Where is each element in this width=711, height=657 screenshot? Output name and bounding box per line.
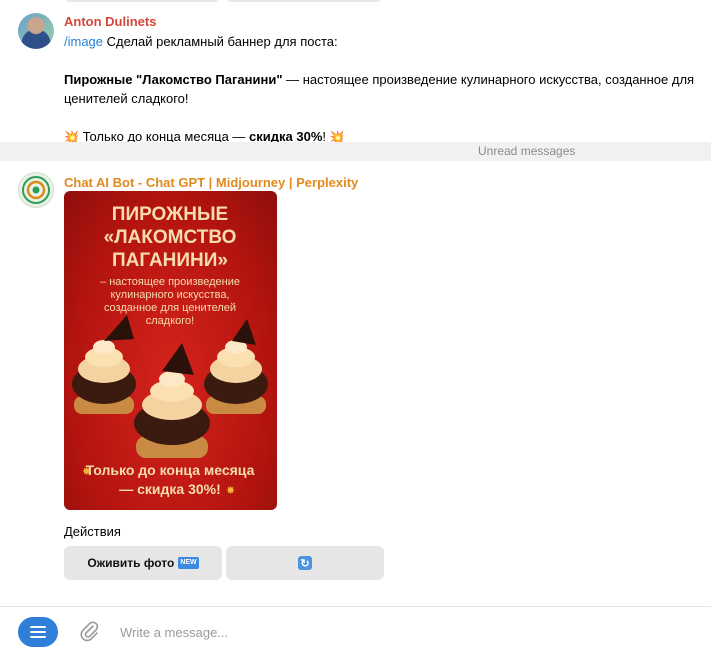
unread-divider: Unread messages — [0, 142, 711, 161]
paperclip-icon — [80, 621, 99, 642]
banner-promo-line-1: Только до конца месяца — [86, 462, 255, 478]
banner-promo-line-2: — скидка 30%! — [119, 481, 221, 497]
attach-button[interactable] — [78, 620, 100, 642]
animate-photo-button[interactable]: Оживить фото NEW — [64, 546, 222, 580]
unread-label: Unread messages — [478, 144, 576, 158]
bot-sender-name[interactable]: Chat AI Bot - Chat GPT | Midjourney | Pe… — [64, 175, 358, 190]
previous-action-buttons — [64, 0, 384, 3]
message-input[interactable] — [118, 620, 682, 644]
new-badge-icon: NEW — [178, 557, 199, 569]
cupcake-front — [134, 343, 210, 458]
cupcake-back-right — [204, 319, 268, 414]
banner-body-line-4: сладкого! — [146, 315, 194, 327]
product-name: Пирожные "Лакомство Паганини" — [64, 72, 283, 87]
cupcake-back-left — [72, 315, 136, 414]
banner-spark-icon-right: ✸ — [226, 485, 235, 497]
command-link[interactable]: /image — [64, 34, 103, 49]
regenerate-button[interactable]: ↻ — [226, 546, 384, 580]
banner-title-line-3: ПАГАНИНИ» — [112, 250, 228, 271]
banner-title-line-2: «ЛАКОМСТВО — [104, 227, 237, 248]
user-sender-name[interactable]: Anton Dulinets — [64, 14, 156, 29]
banner-artwork: ПИРОЖНЫЕ «ЛАКОМСТВО ПАГАНИНИ» – настояще… — [72, 204, 268, 497]
bot-menu-button[interactable] — [18, 617, 58, 647]
actions-label: Действия — [64, 524, 121, 539]
banner-body-line-3: созданное для ценителей — [104, 302, 236, 314]
user-message-text: /image Сделай рекламный баннер для поста… — [64, 32, 704, 147]
banner-spark-icon-left: ✸ — [82, 466, 91, 478]
generated-banner-image[interactable]: ПИРОЖНЫЕ «ЛАКОМСТВО ПАГАНИНИ» – настояще… — [64, 191, 277, 510]
request-text: Сделай рекламный баннер для поста: — [106, 34, 338, 49]
banner-title-line-1: ПИРОЖНЫЕ — [112, 204, 228, 225]
menu-icon — [30, 626, 46, 638]
message-composer — [0, 606, 711, 657]
banner-body-line-2: кулинарного искусства, — [110, 289, 229, 301]
animate-photo-label: Оживить фото — [87, 556, 175, 570]
user-avatar[interactable] — [18, 13, 54, 49]
refresh-icon: ↻ — [298, 556, 312, 570]
previous-button-left[interactable] — [64, 0, 220, 2]
banner-body-line-1: – настоящее произведение — [100, 276, 240, 288]
bot-avatar[interactable] — [18, 172, 54, 208]
previous-button-right[interactable] — [226, 0, 382, 2]
bot-logo-icon — [22, 176, 50, 204]
